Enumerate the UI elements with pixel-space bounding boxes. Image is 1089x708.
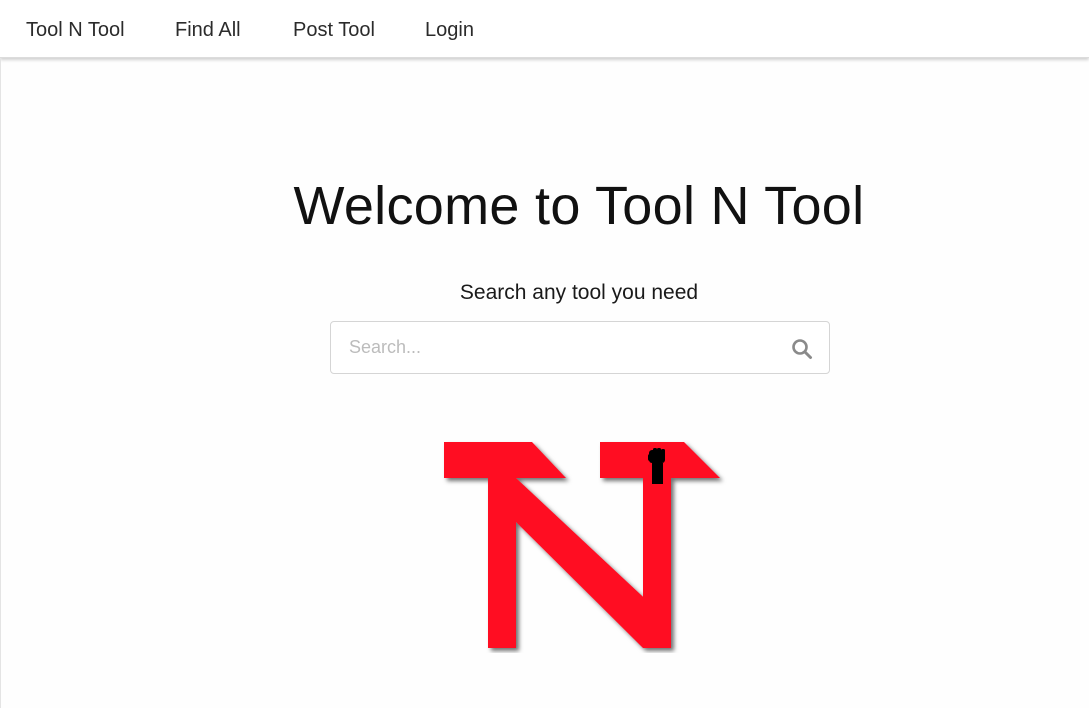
nav-brand-link[interactable]: Tool N Tool [26,0,125,58]
search-icon[interactable] [791,338,813,360]
nav-item-post-tool[interactable]: Post Tool [293,0,375,58]
top-navbar: Tool N Tool Find All Post Tool Login [0,0,1089,58]
nav-item-login[interactable]: Login [425,0,474,58]
nav-item-find-all[interactable]: Find All [175,0,241,58]
search-subtitle: Search any tool you need [459,281,699,304]
page-title: Welcome to Tool N Tool [293,176,865,236]
search-box [330,321,830,374]
page-left-border [0,58,1,708]
logo-n-shape [444,442,720,648]
tool-n-tool-logo [444,442,720,648]
search-input[interactable] [349,322,779,373]
